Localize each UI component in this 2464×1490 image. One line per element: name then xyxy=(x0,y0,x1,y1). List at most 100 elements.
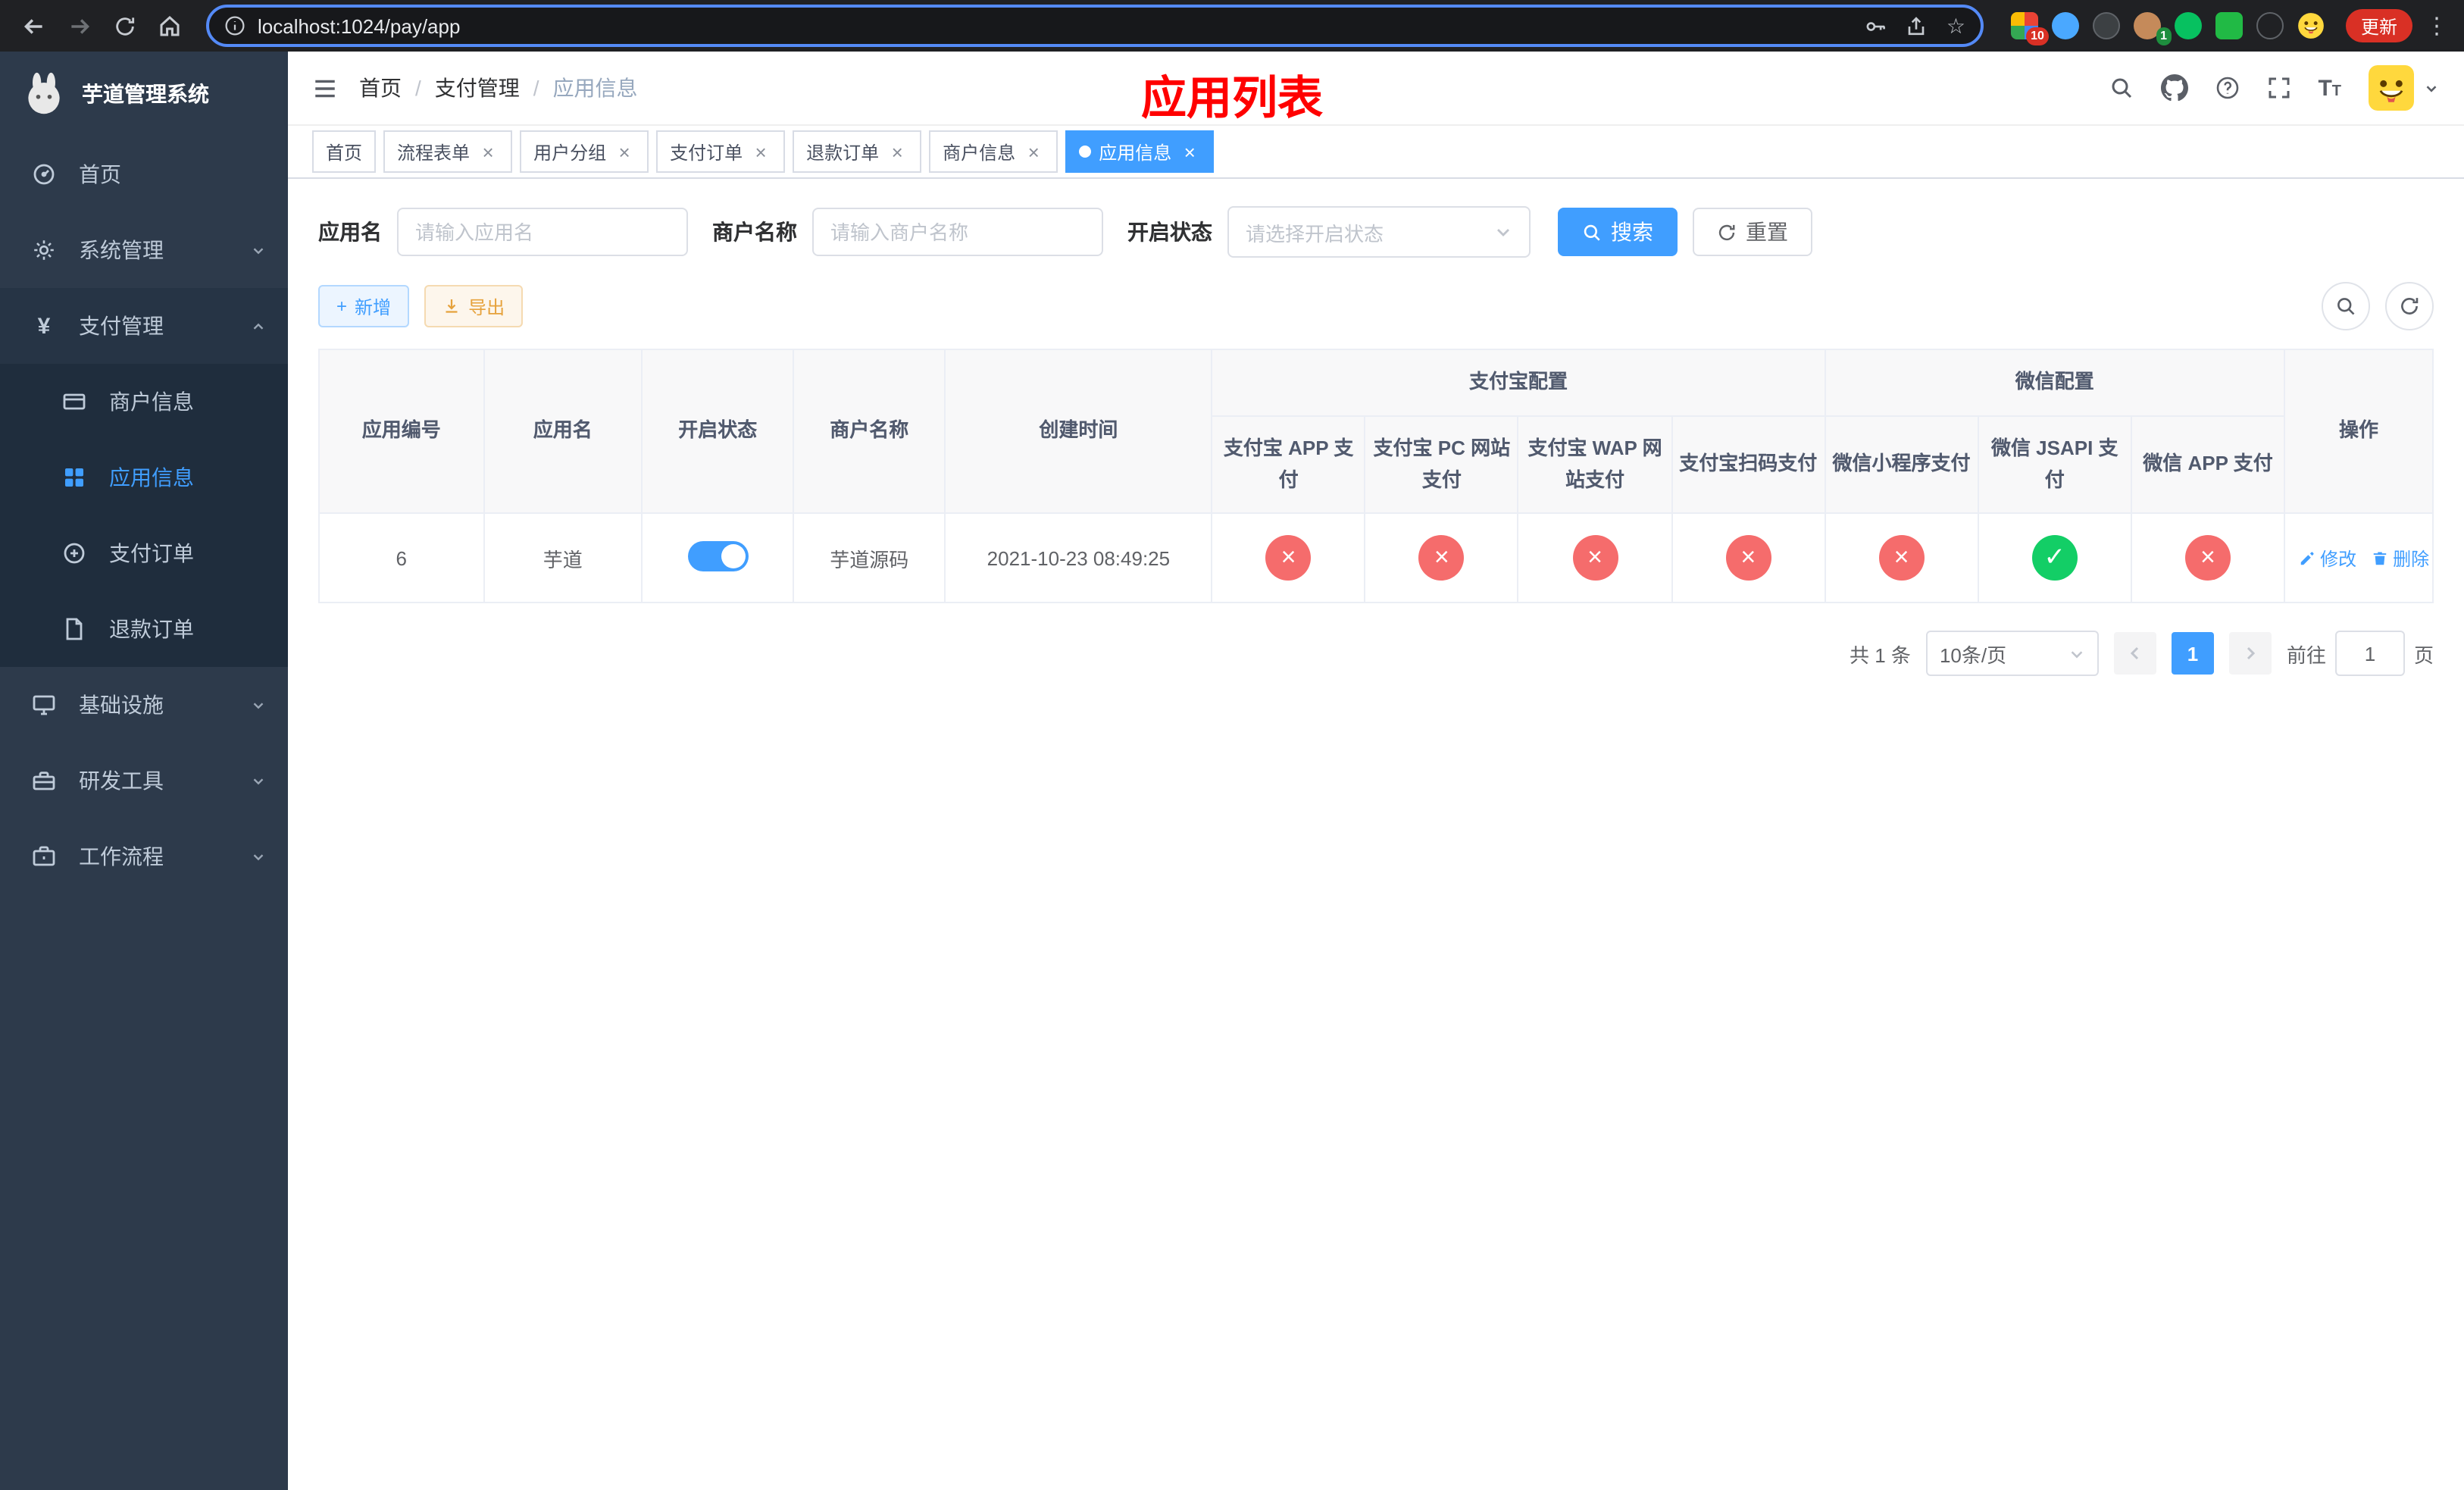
toolbox-icon xyxy=(30,768,58,793)
github-icon[interactable] xyxy=(2160,74,2188,102)
fullscreen-icon[interactable] xyxy=(2266,76,2290,100)
close-icon[interactable]: × xyxy=(1179,140,1200,163)
cell-app-name: 芋道 xyxy=(483,512,643,604)
close-icon[interactable]: × xyxy=(1023,140,1044,163)
payment-submenu: 商户信息 应用信息 支付订单 退款订单 xyxy=(0,364,288,667)
bookmark-star-icon[interactable]: ☆ xyxy=(1946,15,1965,36)
add-button[interactable]: + 新增 xyxy=(318,285,410,327)
page-size-select[interactable]: 10条/页 xyxy=(1925,631,2099,677)
merchant-name-label: 商户名称 xyxy=(712,220,797,244)
sidebar: 芋道管理系统 首页 系统管理 ¥ 支付管理 商户信息 应用信息 支付订单 退款订… xyxy=(0,52,288,1490)
col-wx-lite: 微信小程序支付 xyxy=(1824,415,1979,515)
group-alipay-config: 支付宝配置 xyxy=(1211,349,1826,417)
share-icon[interactable] xyxy=(1906,14,1928,37)
credit-card-icon xyxy=(61,390,88,414)
password-key-icon[interactable] xyxy=(1865,14,1887,37)
forward-button[interactable] xyxy=(58,5,100,47)
breadcrumb-payment[interactable]: 支付管理 xyxy=(435,73,520,103)
col-alipay-pc: 支付宝 PC 网站支付 xyxy=(1364,415,1519,515)
merchant-name-input[interactable] xyxy=(812,208,1103,256)
profile-avatar-icon[interactable] xyxy=(2297,12,2325,39)
close-icon[interactable]: × xyxy=(614,140,635,163)
extension-wechat-icon[interactable] xyxy=(2174,12,2202,39)
user-avatar-menu[interactable] xyxy=(2369,65,2440,111)
chevron-up-icon xyxy=(250,318,267,334)
url-text[interactable]: localhost:1024/pay/app xyxy=(258,14,460,37)
delete-link[interactable]: 删除 xyxy=(2372,546,2429,571)
site-info-icon[interactable] xyxy=(224,15,245,36)
close-icon[interactable]: × xyxy=(477,140,499,163)
app-logo-row[interactable]: 芋道管理系统 xyxy=(0,52,288,136)
extension-grid-icon[interactable]: 10 xyxy=(2010,12,2049,45)
col-actions: 操作 xyxy=(2284,348,2434,515)
extension-dark-icon[interactable] xyxy=(2092,12,2120,39)
grid-icon xyxy=(61,465,88,490)
col-alipay-app: 支付宝 APP 支付 xyxy=(1211,415,1366,515)
app-title: 芋道管理系统 xyxy=(82,82,209,106)
tab-app-info[interactable]: 应用信息 × xyxy=(1065,130,1215,173)
breadcrumb-app-info: 应用信息 xyxy=(552,76,638,100)
page-number-button[interactable]: 1 xyxy=(2171,632,2214,675)
browser-update-button[interactable]: 更新 xyxy=(2345,9,2412,42)
tab-refund-order[interactable]: 退款订单 × xyxy=(793,130,922,173)
sidebar-item-payment[interactable]: ¥ 支付管理 xyxy=(0,288,288,364)
app-name-input[interactable] xyxy=(397,208,688,256)
prev-page-button[interactable] xyxy=(2113,632,2156,675)
sidebar-item-dev-tools[interactable]: 研发工具 xyxy=(0,743,288,819)
tab-process-form[interactable]: 流程表单 × xyxy=(383,130,513,173)
search-icon[interactable] xyxy=(2109,76,2133,100)
status-select[interactable]: 请选择开启状态 xyxy=(1227,206,1531,258)
extension-chat-icon[interactable] xyxy=(2215,12,2243,39)
font-size-icon[interactable]: TT xyxy=(2318,75,2341,101)
extension-avatar-icon[interactable]: 1 xyxy=(2133,12,2172,45)
tab-user-group[interactable]: 用户分组 × xyxy=(520,130,649,173)
col-alipay-qr: 支付宝扫码支付 xyxy=(1671,415,1826,515)
sidebar-item-app-info[interactable]: 应用信息 xyxy=(0,440,288,515)
extension-puzzle-icon[interactable] xyxy=(2256,12,2284,39)
sidebar-item-home[interactable]: 首页 xyxy=(0,136,288,212)
edit-link[interactable]: 修改 xyxy=(2299,546,2356,571)
home-button[interactable] xyxy=(149,5,191,47)
status-toggle[interactable] xyxy=(687,540,749,571)
dashboard-icon xyxy=(30,162,58,186)
tab-home[interactable]: 首页 xyxy=(312,130,377,173)
breadcrumb-home[interactable]: 首页 xyxy=(359,73,402,103)
browser-menu-icon[interactable]: ⋮ xyxy=(2422,12,2452,39)
breadcrumb: 首页 / 支付管理 / 应用信息 xyxy=(359,73,638,103)
sidebar-item-infrastructure[interactable]: 基础设施 xyxy=(0,667,288,743)
sidebar-item-pay-order[interactable]: 支付订单 xyxy=(0,515,288,591)
back-button[interactable] xyxy=(12,5,55,47)
search-button[interactable]: 搜索 xyxy=(1558,208,1678,256)
address-bar[interactable]: localhost:1024/pay/app ☆ xyxy=(206,5,1984,47)
sidebar-item-merchant-info[interactable]: 商户信息 xyxy=(0,364,288,440)
chevron-down-icon xyxy=(2423,80,2440,96)
extensions-area: 10 1 xyxy=(1999,12,2337,45)
close-icon[interactable]: × xyxy=(886,140,908,163)
help-icon[interactable] xyxy=(2215,76,2239,100)
sidebar-item-refund-order[interactable]: 退款订单 xyxy=(0,591,288,667)
sidebar-item-system[interactable]: 系统管理 xyxy=(0,212,288,288)
wx-lite-status-icon: × xyxy=(1878,535,1925,581)
col-wx-jsapi: 微信 JSAPI 支付 xyxy=(1977,415,2132,515)
page-content: 应用名 商户名称 开启状态 请选择开启状态 搜索 xyxy=(288,179,2464,1490)
chevron-down-icon xyxy=(250,848,267,865)
filter-form: 应用名 商户名称 开启状态 请选择开启状态 搜索 xyxy=(318,206,2434,258)
export-button[interactable]: 导出 xyxy=(424,285,524,327)
extension-drop-icon[interactable] xyxy=(2051,12,2079,39)
next-page-button[interactable] xyxy=(2228,632,2272,675)
pay-order-icon xyxy=(61,541,88,565)
alipay-app-status-icon: × xyxy=(1265,535,1312,581)
tab-pay-order[interactable]: 支付订单 × xyxy=(656,130,786,173)
alipay-wap-status-icon: × xyxy=(1572,535,1618,581)
refresh-icon[interactable] xyxy=(2385,282,2434,330)
user-avatar xyxy=(2369,65,2414,111)
close-icon[interactable]: × xyxy=(750,140,771,163)
goto-page-input[interactable] xyxy=(2334,631,2405,677)
tab-merchant-info[interactable]: 商户信息 × xyxy=(929,130,1058,173)
reload-button[interactable] xyxy=(103,5,145,47)
toggle-search-icon[interactable] xyxy=(2322,282,2370,330)
reset-button[interactable]: 重置 xyxy=(1693,208,1812,256)
col-app-name: 应用名 xyxy=(483,348,643,515)
sidebar-item-workflow[interactable]: 工作流程 xyxy=(0,819,288,894)
sidebar-collapse-icon[interactable] xyxy=(312,75,338,101)
